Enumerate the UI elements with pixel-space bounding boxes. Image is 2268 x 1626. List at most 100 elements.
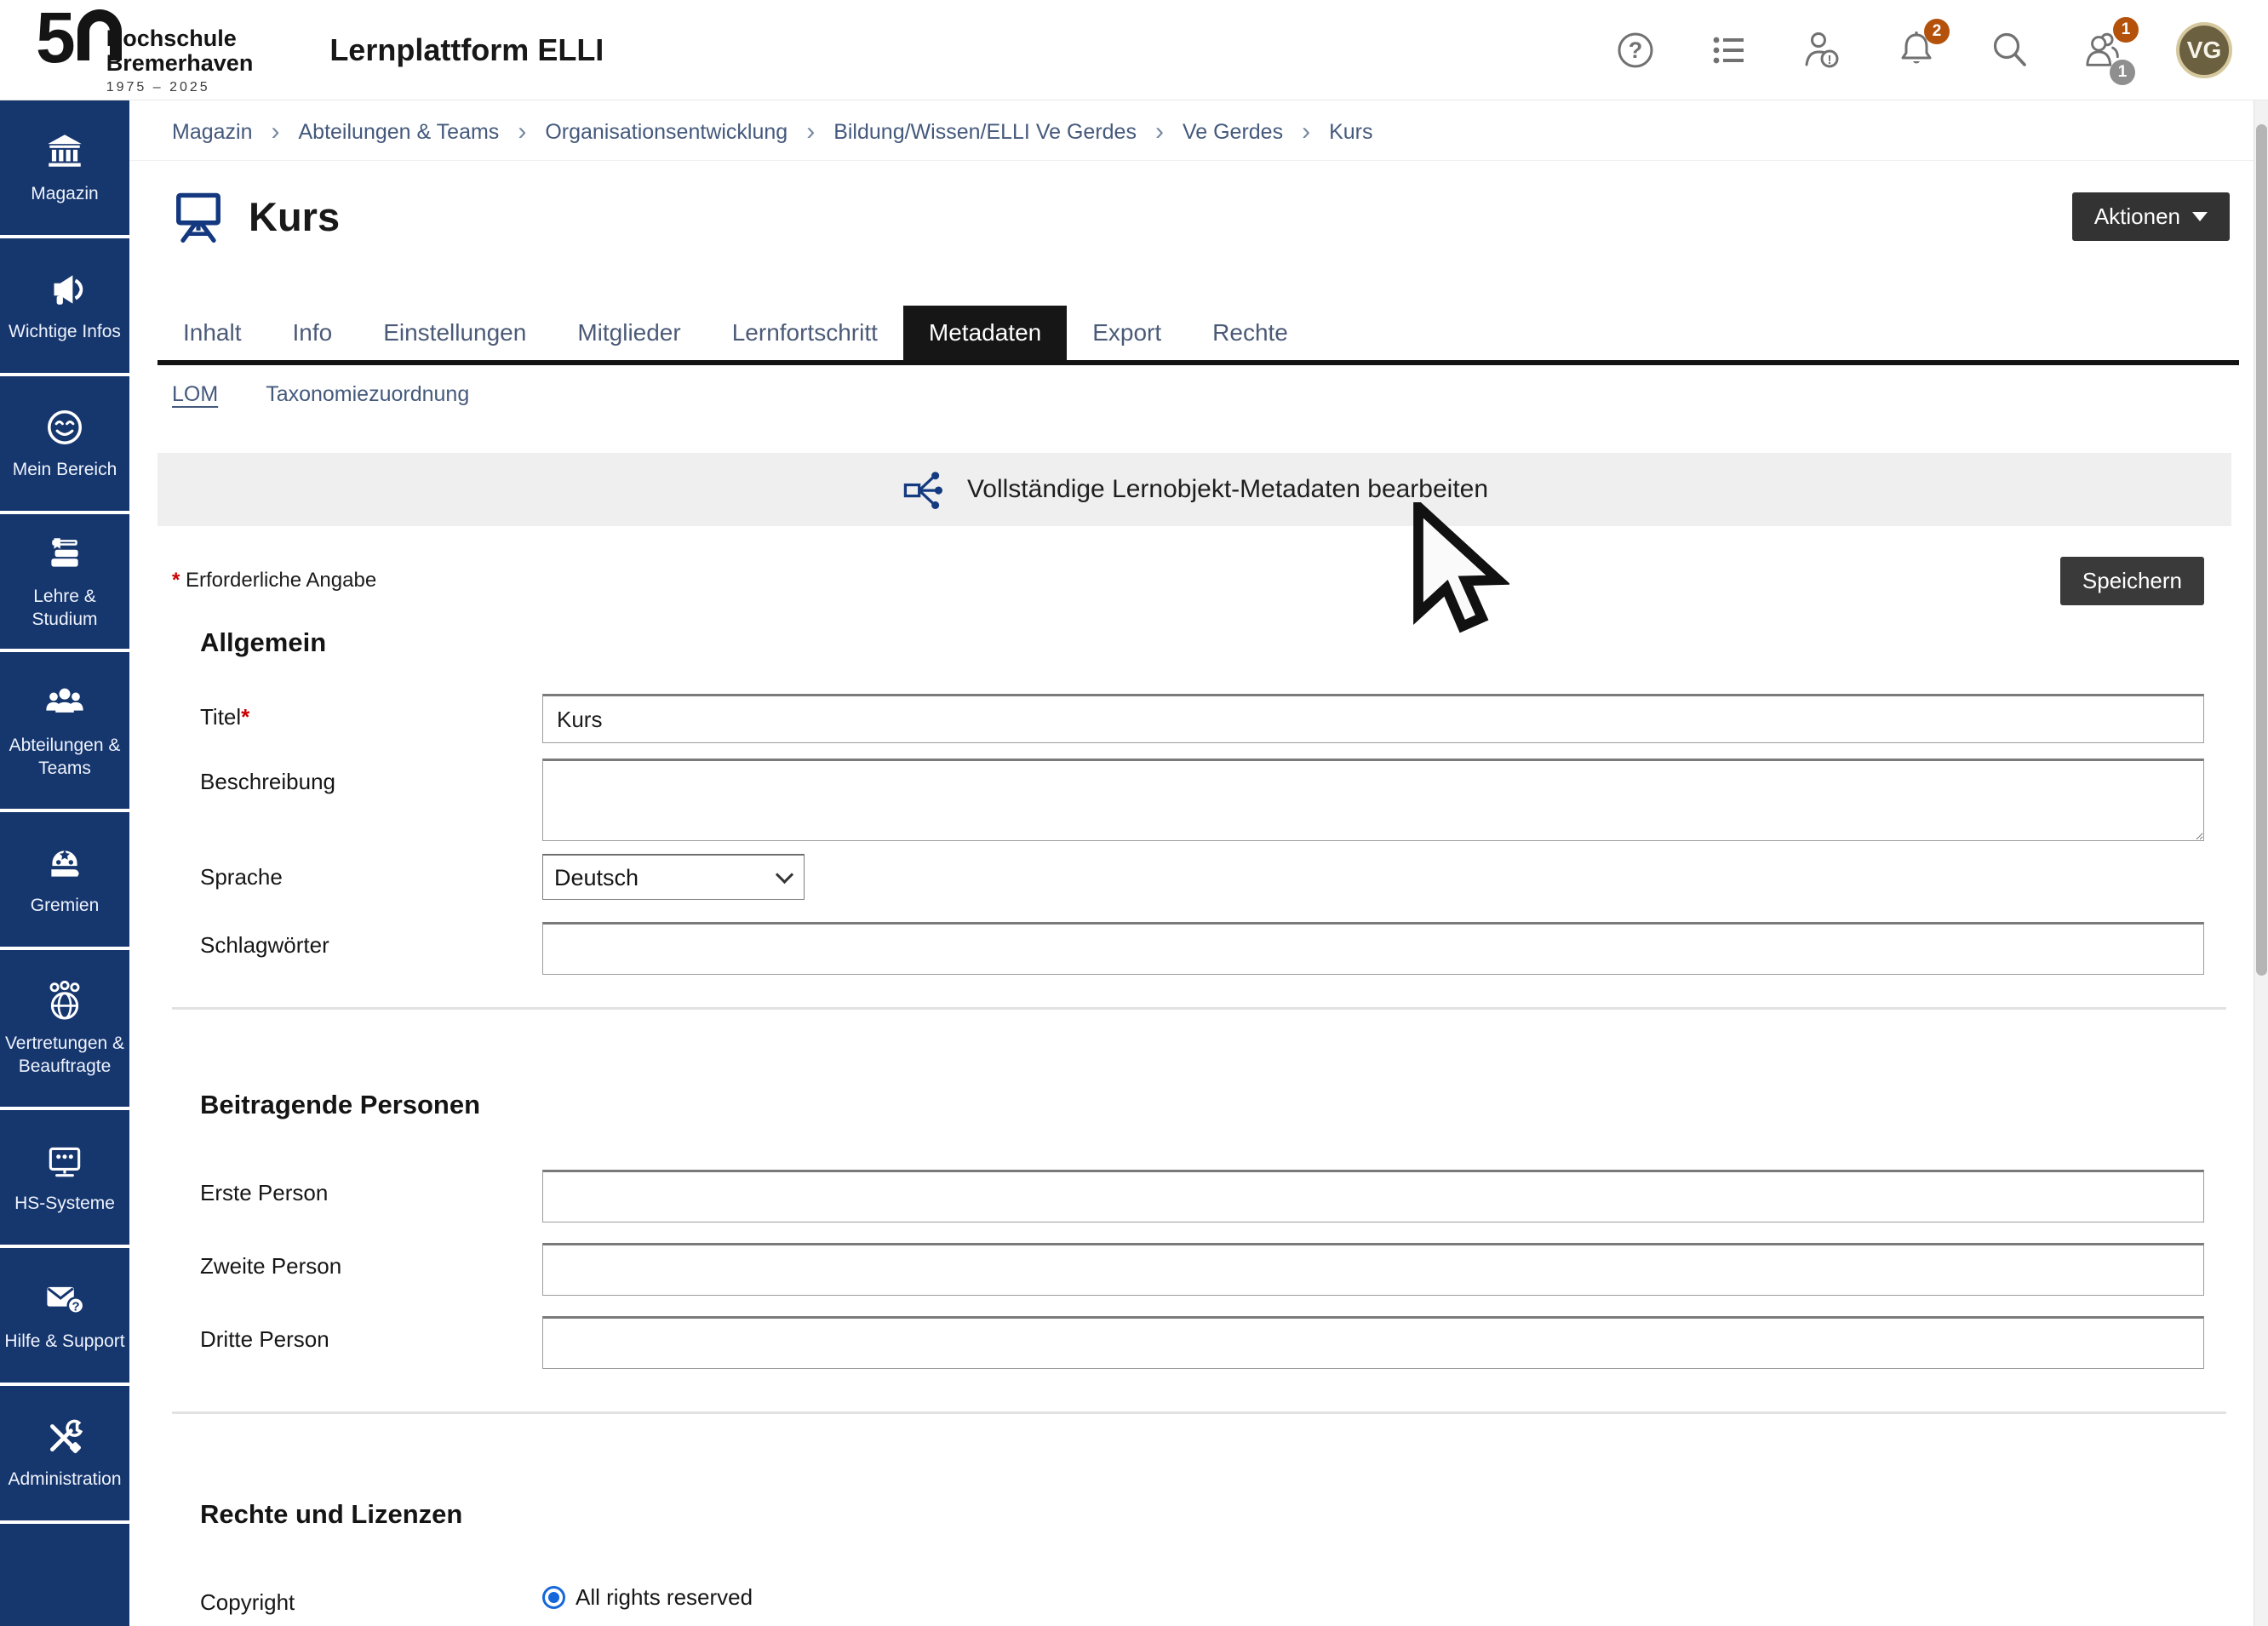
sidebar-item-label: Mein Bereich bbox=[13, 458, 117, 481]
main-sidebar: Magazin Wichtige Infos Mein Bereich bbox=[0, 100, 129, 1626]
vertical-scrollbar-thumb[interactable] bbox=[2256, 124, 2267, 976]
sidebar-item-label: Abteilungen & Teams bbox=[3, 734, 126, 781]
titel-input[interactable] bbox=[542, 694, 2204, 743]
committee-icon bbox=[43, 841, 87, 885]
breadcrumb-link[interactable]: Ve Gerdes bbox=[1183, 120, 1283, 145]
university-logo[interactable]: 5 Hochschule Bremerhaven 1975 – 2025 bbox=[36, 4, 253, 95]
edit-full-metadata-label: Vollständige Lernobjekt-Metadaten bearbe… bbox=[967, 475, 1488, 504]
svg-text:!: ! bbox=[1828, 53, 1832, 67]
sidebar-item-mein-bereich[interactable]: Mein Bereich bbox=[0, 376, 129, 514]
copyright-label: Copyright bbox=[200, 1579, 542, 1616]
smiley-icon bbox=[43, 405, 87, 449]
zweite-person-label: Zweite Person bbox=[200, 1243, 542, 1280]
tab-rechte[interactable]: Rechte bbox=[1187, 306, 1314, 360]
radio-dot bbox=[548, 1592, 559, 1603]
sidebar-item-hs-systeme[interactable]: HS-Systeme bbox=[0, 1110, 129, 1248]
tab-metadaten[interactable]: Metadaten bbox=[903, 306, 1067, 360]
tab-export[interactable]: Export bbox=[1067, 306, 1187, 360]
search-button[interactable] bbox=[1989, 29, 2031, 72]
share-nodes-icon bbox=[901, 467, 945, 512]
user-alert-button[interactable]: ! bbox=[1801, 29, 1844, 72]
required-asterisk: * bbox=[241, 704, 249, 730]
vertical-scrollbar-track[interactable] bbox=[2254, 100, 2268, 1626]
tab-bar: Inhalt Info Einstellungen Mitglieder Ler… bbox=[158, 306, 2239, 365]
sidebar-item-wichtige-infos[interactable]: Wichtige Infos bbox=[0, 238, 129, 376]
save-button-label: Speichern bbox=[2082, 568, 2182, 594]
logo-digit-5: 5 bbox=[36, 4, 76, 72]
chevron-right-icon: › bbox=[1155, 119, 1164, 145]
zweite-person-input[interactable] bbox=[542, 1243, 2204, 1296]
logo-years: 1975 – 2025 bbox=[106, 80, 254, 95]
caret-down-icon bbox=[2192, 212, 2208, 221]
agenda-list-button[interactable] bbox=[1708, 29, 1750, 72]
chevron-right-icon: › bbox=[806, 119, 815, 145]
section-heading-personen: Beitragende Personen bbox=[200, 1090, 2207, 1120]
sidebar-item-magazin[interactable]: Magazin bbox=[0, 100, 129, 238]
sidebar-item-administration[interactable]: Administration bbox=[0, 1386, 129, 1524]
tab-info[interactable]: Info bbox=[267, 306, 358, 360]
subtab-lom[interactable]: LOM bbox=[172, 382, 218, 407]
sidebar-item-lehre-studium[interactable]: Lehre & Studium bbox=[0, 514, 129, 652]
sidebar-item-label: Hilfe & Support bbox=[4, 1330, 124, 1353]
sidebar-item-label: HS-Systeme bbox=[14, 1192, 115, 1215]
page-title-row: Kurs Aktionen bbox=[172, 190, 2230, 243]
user-avatar[interactable]: VG bbox=[2176, 22, 2232, 78]
breadcrumb-link[interactable]: Abteilungen & Teams bbox=[299, 120, 500, 145]
section-heading-rechte: Rechte und Lizenzen bbox=[200, 1499, 2207, 1530]
sidebar-item-hilfe-support[interactable]: ? Hilfe & Support bbox=[0, 1248, 129, 1386]
titel-label: Titel* bbox=[200, 694, 542, 730]
tab-lernfortschritt[interactable]: Lernfortschritt bbox=[707, 306, 903, 360]
tab-mitglieder[interactable]: Mitglieder bbox=[552, 306, 706, 360]
breadcrumb: Magazin › Abteilungen & Teams › Organisa… bbox=[129, 100, 2254, 161]
tools-icon bbox=[43, 1415, 87, 1459]
edit-full-metadata-banner[interactable]: Vollständige Lernobjekt-Metadaten bearbe… bbox=[158, 453, 2231, 526]
section-divider bbox=[172, 1411, 2226, 1414]
logo-text: Hochschule Bremerhaven 1975 – 2025 bbox=[106, 26, 254, 95]
course-board-icon bbox=[172, 190, 225, 243]
tab-inhalt[interactable]: Inhalt bbox=[158, 306, 267, 360]
actions-button[interactable]: Aktionen bbox=[2072, 192, 2230, 241]
chevron-right-icon: › bbox=[518, 119, 526, 145]
sidebar-item-abteilungen-teams[interactable]: Abteilungen & Teams bbox=[0, 652, 129, 812]
help-button[interactable]: ? bbox=[1614, 29, 1657, 72]
breadcrumb-link[interactable]: Organisationsentwicklung bbox=[545, 120, 788, 145]
save-button[interactable]: Speichern bbox=[2060, 557, 2204, 605]
help-icon: ? bbox=[1615, 30, 1656, 71]
globe-people-icon bbox=[43, 979, 87, 1023]
subtab-taxonomiezuordnung[interactable]: Taxonomiezuordnung bbox=[266, 382, 469, 407]
required-asterisk: * bbox=[172, 569, 180, 592]
logo-line2: Bremerhaven bbox=[106, 51, 254, 76]
actions-button-label: Aktionen bbox=[2094, 203, 2180, 230]
contacts-button[interactable]: 1 1 bbox=[2082, 29, 2125, 72]
megaphone-icon bbox=[43, 267, 87, 312]
sidebar-item-vertretungen-beauftragte[interactable]: Vertretungen & Beauftragte bbox=[0, 950, 129, 1110]
erste-person-label: Erste Person bbox=[200, 1170, 542, 1206]
sidebar-item-label: Lehre & Studium bbox=[3, 585, 126, 632]
svg-text:?: ? bbox=[1629, 37, 1643, 63]
form-row-schlagwoerter: Schlagwörter bbox=[200, 922, 2207, 975]
form-header-row: * Erforderliche Angabe Speichern bbox=[172, 557, 2204, 605]
dritte-person-label: Dritte Person bbox=[200, 1316, 542, 1353]
notifications-button[interactable]: 2 bbox=[1895, 29, 1938, 72]
sidebar-item-label: Wichtige Infos bbox=[9, 320, 121, 343]
form-row-beschreibung: Beschreibung bbox=[200, 759, 2207, 845]
form-row-copyright: Copyright All rights reserved bbox=[200, 1579, 2207, 1616]
search-icon bbox=[1989, 29, 2031, 72]
chevron-right-icon: › bbox=[1302, 119, 1310, 145]
sprache-select[interactable]: Deutsch bbox=[542, 854, 805, 900]
dritte-person-input[interactable] bbox=[542, 1316, 2204, 1369]
breadcrumb-link[interactable]: Magazin bbox=[172, 120, 253, 145]
copyright-radio[interactable] bbox=[542, 1586, 565, 1609]
schlagwoerter-label: Schlagwörter bbox=[200, 922, 542, 959]
tab-einstellungen[interactable]: Einstellungen bbox=[358, 306, 552, 360]
agenda-list-icon bbox=[1709, 30, 1750, 71]
required-note-label: Erforderliche Angabe bbox=[186, 569, 376, 592]
beschreibung-textarea[interactable] bbox=[542, 759, 2204, 841]
sidebar-item-gremien[interactable]: Gremien bbox=[0, 812, 129, 950]
subtab-bar: LOM Taxonomiezuordnung bbox=[172, 382, 2254, 407]
form-row-titel: Titel* bbox=[200, 694, 2207, 743]
breadcrumb-link[interactable]: Bildung/Wissen/ELLI Ve Gerdes bbox=[833, 120, 1137, 145]
erste-person-input[interactable] bbox=[542, 1170, 2204, 1222]
breadcrumb-current[interactable]: Kurs bbox=[1329, 120, 1372, 145]
schlagwoerter-input[interactable] bbox=[542, 922, 2204, 975]
